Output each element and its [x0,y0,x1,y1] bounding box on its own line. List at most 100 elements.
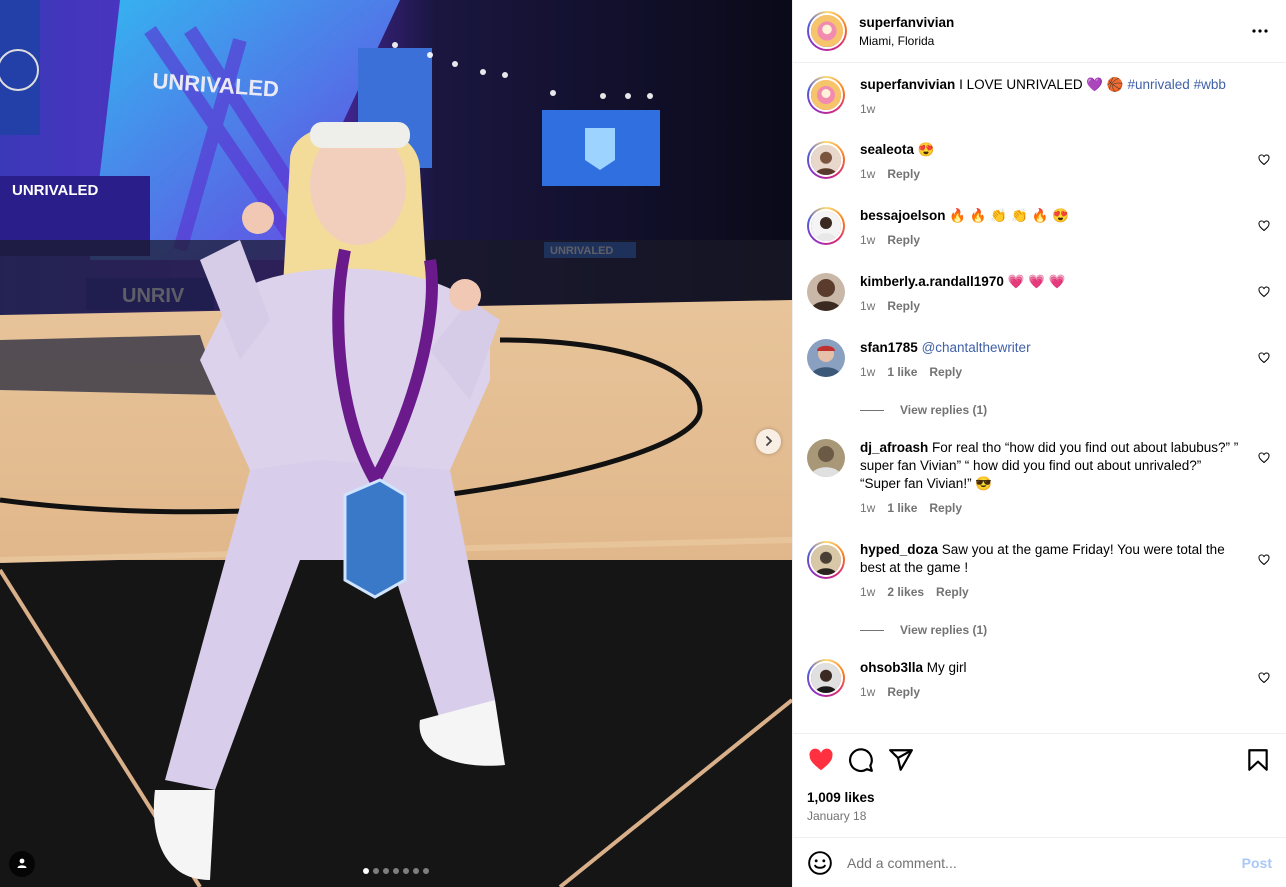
post-media[interactable]: UNRIVALED UNRIVALED UNRIVALED UNRIV [0,0,792,887]
comment-icon [848,747,874,776]
comment-time[interactable]: 1w [860,683,875,701]
view-replies-label: View replies (1) [900,403,988,417]
comment-button[interactable] [847,747,875,775]
comment-item: hyped_doza Saw you at the game Friday! Y… [807,541,1272,601]
add-comment-bar: Post [793,837,1286,887]
commenter-username[interactable]: bessajoelson [860,208,946,223]
comment-input[interactable] [847,854,1242,871]
heart-outline-icon [1258,671,1270,687]
emoji-icon [807,850,833,879]
heart-filled-icon [808,747,834,776]
comment-time[interactable]: 1w [860,297,875,315]
commenter-username[interactable]: hyped_doza [860,542,938,557]
commenter-username[interactable]: kimberly.a.randall1970 [860,274,1004,289]
reply-button[interactable]: Reply [929,499,962,517]
view-replies-button[interactable]: View replies (1) [860,403,987,417]
post-photo: UNRIVALED UNRIVALED UNRIVALED UNRIV [0,0,792,887]
more-horizontal-icon [1251,22,1269,43]
commenter-avatar[interactable] [807,339,845,377]
like-comment-button[interactable] [1258,671,1272,685]
comment-time[interactable]: 1w [860,499,875,517]
comment-time[interactable]: 1w [860,231,875,249]
comment-text: 🔥 🔥 👏 👏 🔥 😍 [949,208,1069,223]
commenter-avatar[interactable] [807,207,845,245]
heart-outline-icon [1258,451,1270,467]
commenter-username[interactable]: ohsob3lla [860,660,923,675]
like-comment-button[interactable] [1258,285,1272,299]
carousel-dot [383,868,389,874]
carousel-dot [393,868,399,874]
like-button[interactable] [807,747,835,775]
comment-item: sealeota 😍 1w Reply [807,141,1272,183]
commenter-avatar[interactable] [807,141,845,179]
commenter-username[interactable]: dj_afroash [860,440,928,455]
mention-link[interactable]: @chantalthewriter [922,340,1031,355]
save-button[interactable] [1244,747,1272,775]
carousel-indicator [0,868,792,874]
post-header: superfanvivian Miami, Florida [793,0,1286,63]
like-comment-button[interactable] [1258,351,1272,365]
likes-count[interactable]: 1,009 likes [807,790,1272,805]
like-comment-button[interactable] [1258,451,1272,465]
like-comment-button[interactable] [1258,153,1272,167]
heart-outline-icon [1258,153,1270,169]
comment-likes[interactable]: 1 like [887,499,917,517]
heart-outline-icon [1258,219,1270,235]
comment-item: kimberly.a.randall1970 💗 💗 💗 1w Reply [807,273,1272,315]
caption-username[interactable]: superfanvivian [860,77,955,92]
caption-text: I LOVE UNRIVALED 💜 🏀 [959,77,1124,92]
like-comment-button[interactable] [1258,219,1272,233]
emoji-button[interactable] [807,850,833,876]
hashtag-link[interactable]: #unrivaled [1128,77,1190,92]
carousel-dot [403,868,409,874]
hashtag-link[interactable]: #wbb [1194,77,1226,92]
comment-item: ohsob3lla My girl 1w Reply [807,659,1272,701]
heart-outline-icon [1258,285,1270,301]
view-replies-button[interactable]: View replies (1) [860,623,987,637]
post-location[interactable]: Miami, Florida [859,34,954,48]
carousel-dot [363,868,369,874]
share-button[interactable] [887,747,915,775]
svg-text:UNRIVALED: UNRIVALED [12,182,99,199]
reply-button[interactable]: Reply [887,231,920,249]
heart-outline-icon [1258,351,1270,367]
more-options-button[interactable] [1248,20,1272,44]
comment-time[interactable]: 1w [860,583,875,601]
share-icon [888,747,914,776]
caption-time[interactable]: 1w [860,100,875,118]
author-username[interactable]: superfanvivian [859,15,954,30]
comment-time[interactable]: 1w [860,363,875,381]
reply-button[interactable]: Reply [887,297,920,315]
reply-button[interactable]: Reply [929,363,962,381]
comment-time[interactable]: 1w [860,165,875,183]
comment-item: bessajoelson 🔥 🔥 👏 👏 🔥 😍 1w Reply [807,207,1272,249]
view-replies-label: View replies (1) [900,623,988,637]
commenter-avatar[interactable] [807,273,845,311]
chevron-right-icon [763,434,775,450]
post-date[interactable]: January 18 [807,809,1272,823]
comment-likes[interactable]: 2 likes [887,583,924,601]
caption-avatar[interactable] [807,76,845,114]
next-slide-button[interactable] [756,429,781,454]
post-button[interactable]: Post [1242,855,1272,871]
comment-text: My girl [926,660,967,675]
comment-item: sfan1785 @chantalthewriter 1w 1 like Rep… [807,339,1272,381]
caption: superfanvivian I LOVE UNRIVALED 💜 🏀 #unr… [807,76,1272,118]
reply-button[interactable]: Reply [887,165,920,183]
comment-likes[interactable]: 1 like [887,363,917,381]
commenter-avatar[interactable] [807,541,845,579]
like-comment-button[interactable] [1258,553,1272,567]
commenter-avatar[interactable] [807,439,845,477]
author-avatar[interactable] [807,11,847,51]
reply-button[interactable]: Reply [936,583,969,601]
carousel-dot [373,868,379,874]
carousel-dot [413,868,419,874]
commenter-username[interactable]: sealeota [860,142,914,157]
commenter-avatar[interactable] [807,659,845,697]
comments-list[interactable]: superfanvivian I LOVE UNRIVALED 💜 🏀 #unr… [793,64,1286,733]
carousel-dot [423,868,429,874]
reply-button[interactable]: Reply [887,683,920,701]
comment-text: 💗 💗 💗 [1007,274,1066,289]
commenter-username[interactable]: sfan1785 [860,340,918,355]
bookmark-icon [1245,747,1271,776]
